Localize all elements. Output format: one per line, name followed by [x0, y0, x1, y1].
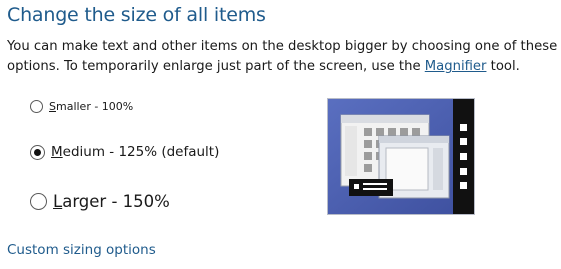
desktop-preview-icon [327, 98, 475, 215]
option-larger[interactable]: Larger - 150% [30, 192, 170, 211]
label-text: arger - 150% [62, 192, 170, 211]
radio-smaller[interactable] [30, 100, 43, 113]
description-text-end: tool. [486, 59, 520, 74]
magnifier-link[interactable]: Magnifier [425, 59, 487, 74]
label-text: maller - 100% [55, 100, 134, 113]
accelerator-key: M [51, 144, 63, 160]
accelerator-key: S [49, 100, 56, 113]
custom-sizing-link[interactable]: Custom sizing options [7, 242, 156, 258]
option-smaller-label: Smaller - 100% [49, 100, 133, 113]
option-larger-label: Larger - 150% [53, 192, 170, 211]
radio-medium[interactable] [30, 144, 45, 160]
accelerator-key: L [53, 192, 63, 211]
description: You can make text and other items on the… [7, 37, 559, 77]
label-text: edium - 125% (default) [62, 144, 220, 160]
option-medium[interactable]: Medium - 125% (default) [30, 144, 219, 160]
radio-dot [34, 148, 41, 156]
radio-larger[interactable] [30, 193, 47, 210]
option-medium-label: Medium - 125% (default) [51, 144, 219, 160]
page-title: Change the size of all items [7, 4, 266, 26]
option-smaller[interactable]: Smaller - 100% [30, 100, 133, 113]
